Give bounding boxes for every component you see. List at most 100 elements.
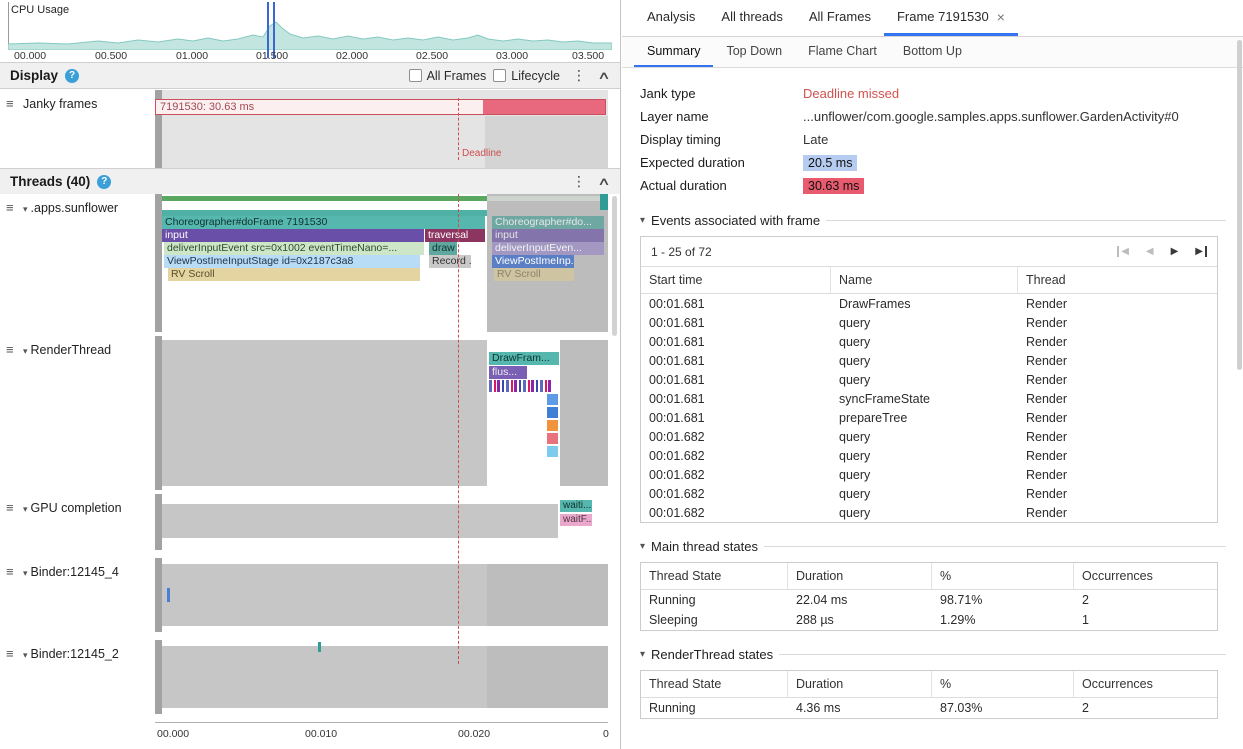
first-page-icon[interactable]: ◀ bbox=[1117, 246, 1129, 257]
collapse-section-icon[interactable]: ∧ bbox=[594, 69, 615, 82]
trace-event-viewpostime-selected[interactable]: ViewPostImeInp... bbox=[492, 255, 574, 268]
event-row[interactable]: 00:01.681 prepareTree Render bbox=[641, 408, 1217, 427]
chevron-down-icon[interactable]: ▾ bbox=[23, 650, 28, 661]
thread-track[interactable] bbox=[155, 558, 608, 632]
event-row[interactable]: 00:01.681 query Render bbox=[641, 313, 1217, 332]
trace-event-deliver-input[interactable]: deliverInputEvent src=0x1002 eventTimeNa… bbox=[164, 242, 424, 255]
all-frames-checkbox[interactable]: All Frames bbox=[409, 69, 487, 83]
janky-frames-track[interactable]: 7191530: 30.63 ms Deadline bbox=[155, 90, 608, 168]
thread-track[interactable]: Choreographer#doFrame 7191530 input trav… bbox=[155, 194, 608, 332]
trace-event-input[interactable]: input bbox=[162, 229, 424, 242]
trace-event-choreographer[interactable]: Choreographer#doFrame 7191530 bbox=[162, 216, 485, 229]
tab-all-threads[interactable]: All threads bbox=[708, 0, 795, 36]
event-row[interactable]: 00:01.681 query Render bbox=[641, 370, 1217, 389]
trace-event-tick[interactable] bbox=[318, 642, 321, 652]
chevron-down-icon[interactable]: ▾ bbox=[640, 215, 645, 226]
trace-event-rv-scroll[interactable]: RV Scroll bbox=[168, 268, 420, 281]
collapse-section-icon[interactable]: ∧ bbox=[594, 175, 615, 188]
event-row[interactable]: 00:01.681 query Render bbox=[641, 351, 1217, 370]
event-row[interactable]: 00:01.682 query Render bbox=[641, 446, 1217, 465]
subtab-flame-chart[interactable]: Flame Chart bbox=[795, 37, 890, 67]
thread-row-gpu-completion[interactable]: ≡ ▾GPU completion waiti... waitF... bbox=[0, 494, 620, 550]
trace-event-input-dim[interactable]: input bbox=[492, 229, 604, 242]
thread-row-apps-sunflower[interactable]: ≡ ▾.apps.sunflower Choreographer#doFrame… bbox=[0, 194, 620, 332]
column-header-thread-state[interactable]: Thread State bbox=[641, 671, 788, 697]
chevron-down-icon[interactable]: ▾ bbox=[640, 541, 645, 552]
trace-event-tile[interactable] bbox=[547, 420, 558, 431]
kebab-menu-icon[interactable]: ⋮ bbox=[567, 67, 591, 84]
trace-event-viewpostime[interactable]: ViewPostImeInputStage id=0x2187c3a8 bbox=[164, 255, 420, 268]
column-header-thread-state[interactable]: Thread State bbox=[641, 563, 788, 589]
subtab-top-down[interactable]: Top Down bbox=[713, 37, 795, 67]
chevron-down-icon[interactable]: ▾ bbox=[23, 204, 28, 215]
column-header-start-time[interactable]: Start time bbox=[641, 267, 831, 293]
trace-event-tick[interactable] bbox=[167, 588, 170, 602]
next-page-icon[interactable]: ▶ bbox=[1171, 246, 1179, 257]
drag-handle-icon[interactable]: ≡ bbox=[6, 646, 14, 661]
help-icon[interactable]: ? bbox=[97, 175, 111, 189]
drag-handle-icon[interactable]: ≡ bbox=[6, 96, 14, 111]
subtab-summary[interactable]: Summary bbox=[634, 37, 713, 67]
column-header-thread[interactable]: Thread bbox=[1018, 267, 1217, 293]
chevron-down-icon[interactable]: ▾ bbox=[23, 568, 28, 579]
event-row[interactable]: 00:01.681 query Render bbox=[641, 332, 1217, 351]
trace-event-choreographer-dim[interactable]: Choreographer#do... bbox=[492, 216, 604, 229]
drag-handle-icon[interactable]: ≡ bbox=[6, 564, 14, 579]
event-row[interactable]: 00:01.682 query Render bbox=[641, 484, 1217, 503]
threads-scrollbar[interactable] bbox=[612, 196, 617, 336]
thread-row-binder-12145-4[interactable]: ≡ ▾Binder:12145_4 bbox=[0, 558, 620, 632]
trace-event-confetti[interactable] bbox=[489, 380, 551, 392]
trace-event-tile[interactable] bbox=[547, 433, 558, 444]
column-header-percent[interactable]: % bbox=[932, 671, 1074, 697]
prev-page-icon[interactable]: ◀ bbox=[1146, 246, 1154, 257]
state-row[interactable]: Running 22.04 ms 98.71% 2 bbox=[641, 590, 1217, 610]
trace-event-tile[interactable] bbox=[547, 446, 558, 457]
tab-analysis[interactable]: Analysis bbox=[634, 0, 708, 36]
trace-event-draw[interactable]: draw bbox=[429, 242, 457, 255]
trace-event-waiting[interactable]: waiti... bbox=[560, 500, 592, 512]
event-row[interactable]: 00:01.681 DrawFrames Render bbox=[641, 294, 1217, 313]
events-section-header[interactable]: ▾ Events associated with frame bbox=[640, 213, 1226, 228]
lifecycle-checkbox[interactable]: Lifecycle bbox=[493, 69, 560, 83]
thread-row-binder-12145-2[interactable]: ≡ ▾Binder:12145_2 bbox=[0, 640, 620, 714]
thread-row-renderthread[interactable]: ≡ ▾RenderThread DrawFram... flus... bbox=[0, 336, 620, 490]
trace-event-waitfence[interactable]: waitF... bbox=[560, 514, 592, 526]
main-states-section-header[interactable]: ▾ Main thread states bbox=[640, 539, 1226, 554]
trace-event-rv-scroll-dim[interactable]: RV Scroll bbox=[494, 268, 574, 281]
janky-frame-bar[interactable]: 7191530: 30.63 ms bbox=[155, 99, 606, 115]
trace-event-deliver-dim[interactable]: deliverInputEven... bbox=[492, 242, 604, 255]
event-row[interactable]: 00:01.682 query Render bbox=[641, 427, 1217, 446]
checkbox-box-icon[interactable] bbox=[493, 69, 506, 82]
render-states-section-header[interactable]: ▾ RenderThread states bbox=[640, 647, 1226, 662]
chevron-down-icon[interactable]: ▾ bbox=[640, 649, 645, 660]
last-page-icon[interactable]: ▶ bbox=[1195, 246, 1207, 257]
trace-event-tile[interactable] bbox=[547, 407, 558, 418]
column-header-occurrences[interactable]: Occurrences bbox=[1074, 671, 1217, 697]
panel-scrollbar[interactable] bbox=[1237, 40, 1242, 370]
thread-track[interactable]: waiti... waitF... bbox=[155, 494, 608, 550]
trace-event-record[interactable]: Record ... bbox=[429, 255, 471, 268]
trace-event-tile[interactable] bbox=[547, 394, 558, 405]
thread-track[interactable]: DrawFram... flus... bbox=[155, 336, 608, 490]
kebab-menu-icon[interactable]: ⋮ bbox=[567, 173, 591, 190]
column-header-occurrences[interactable]: Occurrences bbox=[1074, 563, 1217, 589]
thread-track[interactable] bbox=[155, 640, 608, 714]
state-row[interactable]: Running 4.36 ms 87.03% 2 bbox=[641, 698, 1217, 718]
close-icon[interactable]: × bbox=[997, 9, 1005, 25]
chevron-down-icon[interactable]: ▾ bbox=[23, 504, 28, 515]
drag-handle-icon[interactable]: ≡ bbox=[6, 500, 14, 515]
trace-event-flush[interactable]: flus... bbox=[489, 366, 527, 379]
cpu-usage-track[interactable]: CPU Usage 00.000 00.500 01.000 01.500 02… bbox=[0, 0, 620, 62]
state-row[interactable]: Sleeping 288 µs 1.29% 1 bbox=[641, 610, 1217, 630]
drag-handle-icon[interactable]: ≡ bbox=[6, 200, 14, 215]
column-header-percent[interactable]: % bbox=[932, 563, 1074, 589]
tab-all-frames[interactable]: All Frames bbox=[796, 0, 884, 36]
column-header-duration[interactable]: Duration bbox=[788, 671, 932, 697]
event-row[interactable]: 00:01.681 syncFrameState Render bbox=[641, 389, 1217, 408]
event-row[interactable]: 00:01.682 query Render bbox=[641, 503, 1217, 522]
column-header-name[interactable]: Name bbox=[831, 267, 1018, 293]
chevron-down-icon[interactable]: ▾ bbox=[23, 346, 28, 357]
help-icon[interactable]: ? bbox=[65, 69, 79, 83]
checkbox-box-icon[interactable] bbox=[409, 69, 422, 82]
tab-frame-7191530[interactable]: Frame 7191530 × bbox=[884, 0, 1018, 36]
